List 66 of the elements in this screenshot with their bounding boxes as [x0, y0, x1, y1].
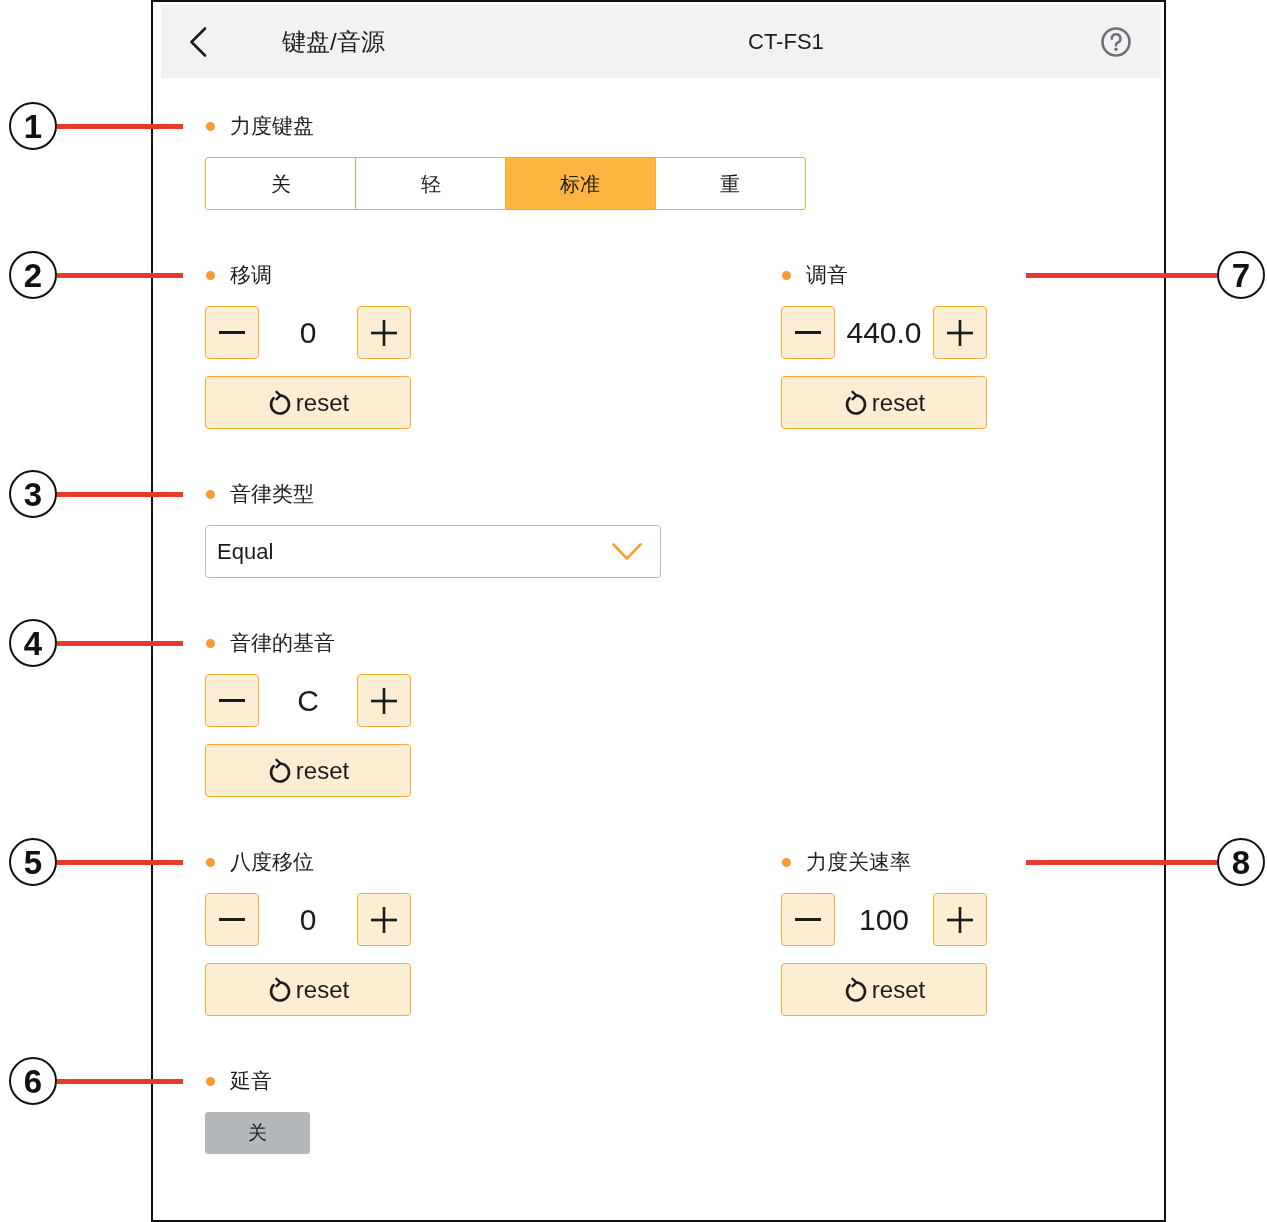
reset-button[interactable]: reset [781, 963, 987, 1016]
reset-button[interactable]: reset [205, 744, 411, 797]
minus-icon [795, 331, 821, 334]
bullet-dot-icon [206, 270, 215, 280]
setting-label: 力度键盘 [230, 113, 314, 139]
chevron-down-icon [612, 542, 642, 561]
stepper-value: 0 [298, 314, 318, 351]
callout-number: 1 [9, 102, 57, 150]
minus-icon [219, 331, 245, 334]
decrement-button[interactable] [205, 306, 259, 359]
bullet-dot-icon [206, 857, 215, 867]
setting-label: 八度移位 [230, 849, 314, 875]
device-name: CT-FS1 [748, 28, 824, 56]
segment-option[interactable]: 关 [205, 157, 357, 210]
callout-number: 2 [9, 251, 57, 299]
minus-icon [219, 699, 245, 702]
stepper-value: C [296, 682, 320, 719]
plus-icon [371, 906, 397, 933]
bullet-dot-icon [206, 121, 215, 131]
plus-icon [947, 319, 973, 346]
increment-button[interactable] [357, 306, 411, 359]
setting-label: 移调 [230, 262, 272, 288]
segment-option[interactable]: 轻 [354, 157, 507, 210]
callout-number: 8 [1217, 838, 1265, 886]
bullet-dot-icon [206, 1076, 215, 1086]
stepper-value: 0 [298, 901, 318, 938]
setting-label: 音律类型 [230, 481, 314, 507]
plus-icon [371, 687, 397, 714]
bullet-dot-icon [206, 489, 215, 499]
reset-button[interactable]: reset [205, 376, 411, 429]
bullet-dot-icon [782, 270, 791, 280]
help-icon[interactable] [1101, 26, 1131, 57]
callout-number: 5 [9, 838, 57, 886]
plus-icon [947, 906, 973, 933]
setting-label: 音律的基音 [230, 630, 335, 656]
back-icon[interactable] [188, 26, 208, 57]
stepper-value: 440.0 [845, 314, 923, 351]
decrement-button[interactable] [781, 306, 835, 359]
increment-button[interactable] [357, 674, 411, 727]
increment-button[interactable] [933, 893, 987, 946]
segment-option[interactable]: 重 [654, 157, 806, 210]
minus-icon [219, 918, 245, 921]
stepper-value: 100 [857, 901, 911, 938]
reset-button[interactable]: reset [781, 376, 987, 429]
screen-title: 键盘/音源 [282, 27, 385, 55]
increment-button[interactable] [357, 893, 411, 946]
reset-button[interactable]: reset [205, 963, 411, 1016]
increment-button[interactable] [933, 306, 987, 359]
plus-icon [371, 319, 397, 346]
setting-label: 力度关速率 [806, 849, 911, 875]
dropdown-field[interactable]: Equal [205, 525, 661, 578]
dropdown-value: Equal [217, 538, 274, 566]
toggle-button[interactable]: 关 [205, 1112, 310, 1154]
callout-number: 7 [1217, 251, 1265, 299]
decrement-button[interactable] [781, 893, 835, 946]
minus-icon [795, 918, 821, 921]
segment-option[interactable]: 标准 [504, 157, 657, 210]
decrement-button[interactable] [205, 674, 259, 727]
decrement-button[interactable] [205, 893, 259, 946]
bullet-dot-icon [206, 638, 215, 648]
callout-number: 3 [9, 470, 57, 518]
callout-number: 4 [9, 619, 57, 667]
setting-label: 调音 [806, 262, 848, 288]
callout-number: 6 [9, 1057, 57, 1105]
bullet-dot-icon [782, 857, 791, 867]
setting-label: 延音 [230, 1068, 272, 1094]
